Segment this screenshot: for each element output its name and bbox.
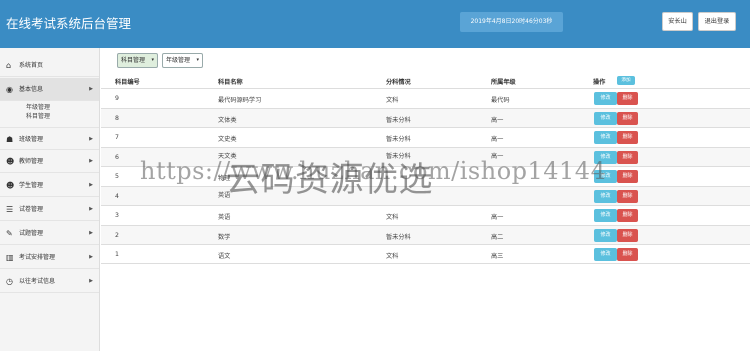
sidebar: ⌂ 系统首页 ◉ 基本信息 ▶ 年级管理 科目管理 ☗ 班级管理 ▶ ☻ 教师管… (0, 48, 100, 351)
table-row: 1 语文 文科 高三 修改 删除 (101, 244, 750, 264)
table-row: 7 文史类 暂未分科 高一 修改 删除 (101, 127, 750, 147)
edit-button[interactable]: 修改 (594, 112, 617, 125)
chevron-right-icon: ▶ (89, 206, 93, 212)
users-icon: ☗ (6, 135, 14, 144)
col-header-division: 分科情况 (386, 79, 411, 86)
delete-button[interactable]: 删除 (617, 190, 638, 203)
sidebar-item-student[interactable]: ☻ 学生管理 ▶ (0, 174, 99, 197)
col-header-grade: 所属年级 (491, 79, 516, 86)
chevron-right-icon: ▶ (89, 230, 93, 236)
caret-down-icon: ▾ (151, 57, 154, 63)
sidebar-item-paper[interactable]: ☰ 试卷管理 ▶ (0, 198, 99, 221)
user-button[interactable]: 安长山 (662, 12, 693, 31)
student-icon: ☻ (6, 181, 15, 190)
chevron-right-icon: ▶ (89, 182, 93, 188)
sidebar-item-schedule[interactable]: ▥ 考试安排管理 ▶ (0, 246, 99, 269)
teacher-icon: ☻ (6, 157, 15, 166)
sidebar-subitem-grade[interactable]: 年级管理 (26, 102, 50, 111)
logout-button[interactable]: 退出登录 (698, 12, 736, 31)
delete-button[interactable]: 删除 (617, 112, 638, 125)
edit-button[interactable]: 修改 (594, 248, 617, 261)
chevron-right-icon: ▶ (89, 278, 93, 284)
sidebar-item-home[interactable]: ⌂ 系统首页 (0, 54, 99, 77)
delete-button[interactable]: 删除 (617, 229, 638, 242)
history-icon: ◷ (6, 277, 13, 286)
add-button[interactable]: 添加 (617, 76, 635, 85)
delete-button[interactable]: 删除 (617, 131, 638, 144)
edit-button[interactable]: 修改 (594, 92, 617, 105)
datetime-display: 2019年4月8日20时46分03秒 (460, 12, 563, 32)
chevron-right-icon: ▶ (89, 158, 93, 164)
schedule-icon: ▥ (6, 253, 14, 262)
app-title: 在线考试系统后台管理 (6, 16, 132, 31)
col-header-actions: 操作 (593, 79, 606, 86)
chevron-right-icon: ▶ (89, 136, 93, 142)
sidebar-subitem-subject[interactable]: 科目管理 (26, 111, 50, 120)
sidebar-item-basic-info[interactable]: ◉ 基本信息 ▶ (0, 78, 99, 101)
edit-button[interactable]: 修改 (594, 131, 617, 144)
delete-button[interactable]: 删除 (617, 170, 638, 183)
info-icon: ◉ (6, 85, 13, 94)
top-header: 在线考试系统后台管理 2019年4月8日20时46分03秒 安长山 退出登录 (0, 0, 750, 48)
home-icon: ⌂ (6, 61, 12, 70)
paper-icon: ☰ (6, 205, 14, 214)
sidebar-item-question[interactable]: ✎ 试题管理 ▶ (0, 222, 99, 245)
table-row: 8 文体类 暂未分科 高一 修改 删除 (101, 108, 750, 128)
sidebar-item-teacher[interactable]: ☻ 教师管理 ▶ (0, 150, 99, 173)
tab-subject[interactable]: 科目管理 ▾ (117, 53, 158, 68)
col-header-name: 科目名称 (218, 79, 243, 86)
edit-button[interactable]: 修改 (594, 229, 617, 242)
sidebar-item-history[interactable]: ◷ 以往考试信息 ▶ (0, 270, 99, 293)
delete-button[interactable]: 删除 (617, 92, 638, 105)
table-row: 2 数学 暂未分科 高二 修改 删除 (101, 225, 750, 245)
chevron-right-icon: ▶ (89, 254, 93, 260)
chevron-right-icon: ▶ (89, 86, 93, 92)
sidebar-item-class[interactable]: ☗ 班级管理 ▶ (0, 127, 99, 150)
tab-grade[interactable]: 年级管理 ▾ (162, 53, 203, 68)
table-row: 9 最代码源码学习 文科 最代码 修改 删除 (101, 88, 750, 108)
col-header-id: 科目编号 (115, 79, 140, 86)
delete-button[interactable]: 删除 (617, 209, 638, 222)
caret-down-icon: ▾ (196, 57, 199, 63)
watermark-cn: 云码资源优选 (226, 160, 433, 200)
edit-button[interactable]: 修改 (594, 209, 617, 222)
edit-button[interactable]: 修改 (594, 190, 617, 203)
question-icon: ✎ (6, 229, 13, 238)
delete-button[interactable]: 删除 (617, 248, 638, 261)
delete-button[interactable]: 删除 (617, 151, 638, 164)
table-row: 3 英语 文科 高一 修改 删除 (101, 205, 750, 225)
